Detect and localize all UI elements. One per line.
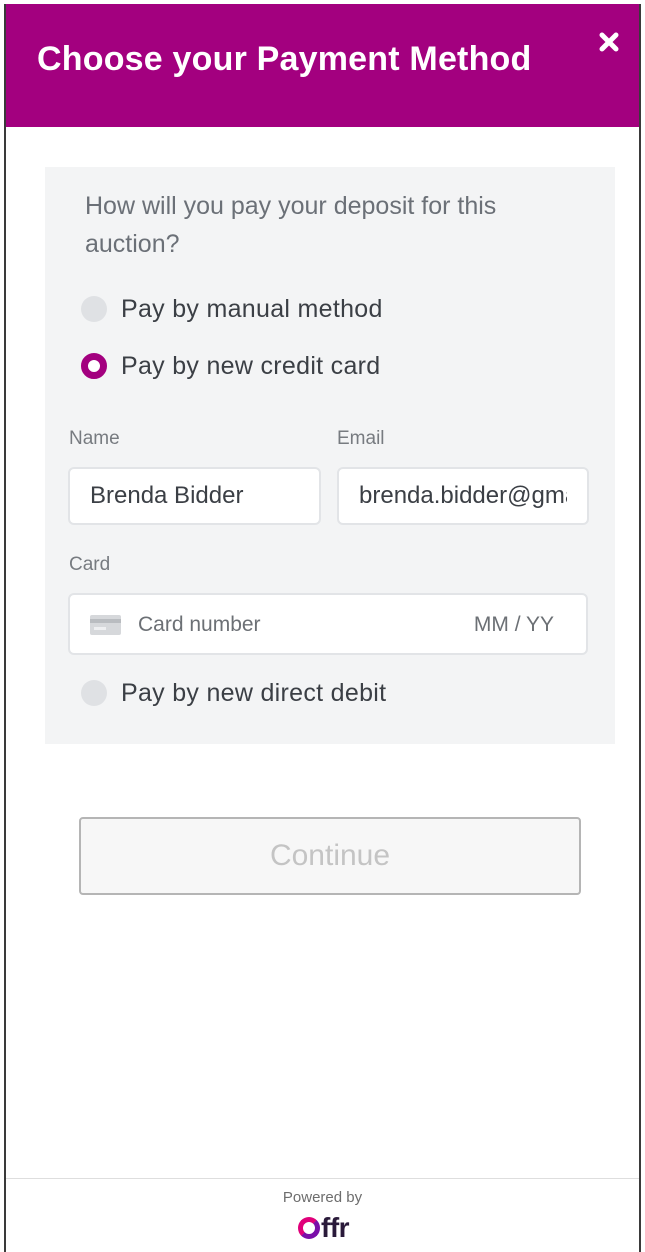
option-direct-debit-label: Pay by new direct debit <box>121 678 387 707</box>
card-field[interactable] <box>68 593 588 655</box>
close-icon[interactable] <box>597 30 621 54</box>
option-direct-debit[interactable]: Pay by new direct debit <box>81 676 386 710</box>
offr-logo: ffr <box>298 1212 350 1243</box>
radio-direct-debit[interactable] <box>81 680 107 706</box>
payment-modal: Choose your Payment Method How will you … <box>4 4 641 1252</box>
card-label: Card <box>69 554 111 575</box>
email-label: Email <box>337 428 385 449</box>
continue-button[interactable]: Continue <box>79 817 581 895</box>
offr-logo-text: ffr <box>321 1212 350 1243</box>
card-expiry-input[interactable] <box>452 612 556 638</box>
option-credit-card[interactable]: Pay by new credit card <box>81 349 381 383</box>
offr-logo-o-icon <box>298 1217 320 1239</box>
option-manual-method[interactable]: Pay by manual method <box>81 292 383 326</box>
radio-manual-method[interactable] <box>81 296 107 322</box>
credit-card-icon <box>90 615 121 635</box>
option-credit-card-label: Pay by new credit card <box>121 351 381 380</box>
card-number-input[interactable] <box>136 612 440 638</box>
modal-title: Choose your Payment Method <box>37 40 532 78</box>
payment-options-panel: How will you pay your deposit for this a… <box>45 167 615 744</box>
deposit-question: How will you pay your deposit for this a… <box>85 192 497 258</box>
option-manual-label: Pay by manual method <box>121 294 383 323</box>
powered-by-text: Powered by <box>282 1189 363 1206</box>
modal-footer: Powered by ffr <box>6 1178 639 1252</box>
email-field[interactable] <box>337 467 589 525</box>
radio-credit-card[interactable] <box>81 353 107 379</box>
name-field[interactable] <box>68 467 321 525</box>
modal-header: Choose your Payment Method <box>6 4 639 127</box>
name-label: Name <box>69 428 120 449</box>
